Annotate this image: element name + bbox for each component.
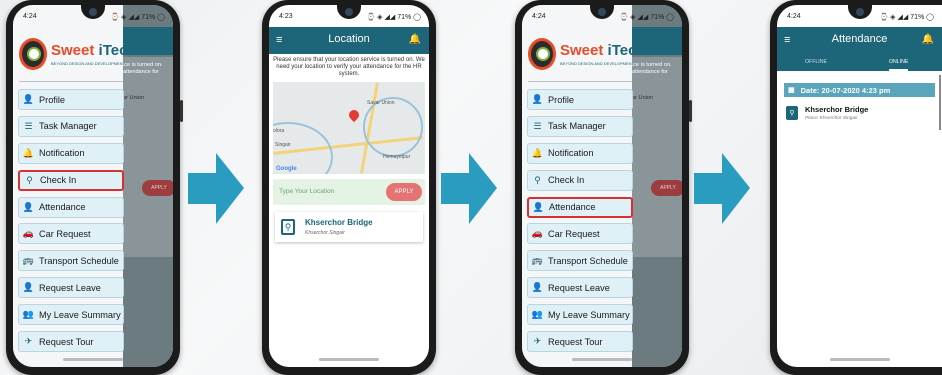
menu-item-transport-schedule[interactable]: 🚌 Transport Schedule xyxy=(18,250,124,272)
phone-2: 4:23 ⌚ ◈ ◢◢ 71% ◯ ≡ Location 🔔 Please ens… xyxy=(262,0,436,375)
page-title: Attendance xyxy=(831,33,888,45)
tab-online[interactable]: ONLINE xyxy=(889,59,909,71)
leave-icon: 👤 xyxy=(22,282,35,293)
menu-item-request-tour[interactable]: ✈ Request Tour xyxy=(527,331,633,353)
peek-map-label: ar Union xyxy=(632,95,654,101)
menu-item-request-leave[interactable]: 👤 Request Leave xyxy=(18,277,124,299)
menu-item-leave-summary[interactable]: 👥 My Leave Summary xyxy=(527,304,633,326)
menu-item-notification[interactable]: 🔔 Notification xyxy=(527,142,633,164)
car-icon: 🚗 xyxy=(22,228,35,239)
nav-drawer: Sweet iTech BEYOND DESIGN AND DEVELOPMEN… xyxy=(13,5,137,367)
screen-menu-checkin: ice is turned on. attendance for ar Unio… xyxy=(13,5,173,367)
location-input-row: Type Your Location APPLY xyxy=(273,179,425,205)
location-note: Please ensure that your location service… xyxy=(273,57,425,78)
menu-item-profile[interactable]: 👤 Profile xyxy=(527,89,633,110)
summary-icon: 👥 xyxy=(531,309,544,320)
task-icon: ☰ xyxy=(533,120,542,131)
attendance-icon: 👤 xyxy=(532,201,545,212)
map-pin-icon xyxy=(346,107,362,123)
bell-icon: 🔔 xyxy=(22,147,35,158)
map-view[interactable]: Savar Union olora Singair Hemayetpur Goo… xyxy=(273,82,425,174)
attendance-entry[interactable]: ⚲ Khserchor Bridge Place: Khserchor Sing… xyxy=(786,102,935,128)
nav-drawer: Sweet iTech BEYOND DESIGN AND DEVELOPMEN… xyxy=(522,5,646,367)
menu-item-request-tour[interactable]: ✈ Request Tour xyxy=(18,331,124,353)
page-title: Location xyxy=(328,33,370,45)
profile-icon: 👤 xyxy=(22,94,35,104)
bell-icon[interactable]: 🔔 xyxy=(409,34,421,45)
tab-bar: OFFLINE ONLINE xyxy=(777,54,942,71)
calendar-icon: ▦ xyxy=(788,87,795,94)
sweet-itech-logo: Sweet iTech BEYOND DESIGN AND DEVELOPMEN… xyxy=(526,30,646,82)
summary-icon: 👥 xyxy=(22,309,35,320)
plane-icon: ✈ xyxy=(24,336,33,347)
tab-offline[interactable]: OFFLINE xyxy=(805,59,827,65)
scrollbar[interactable] xyxy=(939,75,941,130)
drawer-menu: 👤 Profile ☰ Task Manager 🔔 Notification ⚲ Ch… xyxy=(527,89,633,358)
menu-item-notification[interactable]: 🔔 Notification xyxy=(18,142,124,164)
bug-logo-icon xyxy=(528,38,556,70)
menu-item-leave-summary[interactable]: 👥 My Leave Summary xyxy=(18,304,124,326)
bug-logo-icon xyxy=(19,38,47,70)
menu-item-transport-schedule[interactable]: 🚌 Transport Schedule xyxy=(527,250,633,272)
date-header: ▦ Date: 20-07-2020 4:23 pm xyxy=(784,83,935,97)
sweet-itech-logo: Sweet iTech BEYOND DESIGN AND DEVELOPMEN… xyxy=(17,30,137,82)
plane-icon: ✈ xyxy=(533,336,542,347)
menu-item-task-manager[interactable]: ☰ Task Manager xyxy=(527,115,633,137)
peek-map-label: ar Union xyxy=(123,95,145,101)
menu-item-check-in[interactable]: ⚲ Check In xyxy=(527,169,633,191)
phone-1: ice is turned on. attendance for ar Unio… xyxy=(6,0,183,375)
menu-item-car-request[interactable]: 🚗 Car Request xyxy=(18,223,124,245)
apply-button: APPLY xyxy=(651,180,682,196)
screen-location: 4:23 ⌚ ◈ ◢◢ 71% ◯ ≡ Location 🔔 Please ens… xyxy=(269,5,429,367)
location-icon: ⚲ xyxy=(534,174,541,185)
location-result-card[interactable]: ⚲ Khserchor Bridge Khserchor Singair xyxy=(275,212,423,242)
location-icon: ⚲ xyxy=(26,174,33,185)
menu-item-check-in[interactable]: ⚲ Check In xyxy=(18,169,124,191)
location-icon: ⚲ xyxy=(786,106,798,120)
leave-icon: 👤 xyxy=(531,282,544,293)
bell-icon[interactable]: 🔔 xyxy=(922,34,934,45)
attendance-icon: 👤 xyxy=(22,201,35,212)
menu-item-attendance[interactable]: 👤 Attendance xyxy=(18,196,124,218)
google-logo: Google xyxy=(276,166,297,172)
task-icon: ☰ xyxy=(24,120,33,131)
phone-4: 4:24 ⌚ ◈ ◢◢ 71% ◯ ≡ Attendance 🔔 OFFLINE … xyxy=(770,0,942,375)
location-input[interactable]: Type Your Location xyxy=(279,188,334,195)
bus-icon: 🚌 xyxy=(22,255,35,266)
menu-item-task-manager[interactable]: ☰ Task Manager xyxy=(18,115,124,137)
menu-item-car-request[interactable]: 🚗 Car Request xyxy=(527,223,633,245)
app-header: ≡ Location 🔔 xyxy=(269,27,429,54)
apply-button[interactable]: APPLY xyxy=(386,183,422,201)
location-icon: ⚲ xyxy=(281,219,295,235)
bus-icon: 🚌 xyxy=(531,255,544,266)
app-header: ≡ Attendance 🔔 xyxy=(777,27,942,54)
screen-menu-attendance: ice is turned on. attendance for ar Unio… xyxy=(522,5,682,367)
screen-attendance: 4:24 ⌚ ◈ ◢◢ 71% ◯ ≡ Attendance 🔔 OFFLINE … xyxy=(777,5,942,367)
apply-button: APPLY xyxy=(142,180,173,196)
menu-item-request-leave[interactable]: 👤 Request Leave xyxy=(527,277,633,299)
menu-item-attendance[interactable]: 👤 Attendance xyxy=(527,196,633,218)
car-icon: 🚗 xyxy=(531,228,544,239)
bell-icon: 🔔 xyxy=(531,147,544,158)
drawer-menu: 👤 Profile ☰ Task Manager 🔔 Notification ⚲ Ch… xyxy=(18,89,124,358)
phone-3: ice is turned on. attendance for ar Unio… xyxy=(515,0,692,375)
menu-item-profile[interactable]: 👤 Profile xyxy=(18,89,124,110)
profile-icon: 👤 xyxy=(531,94,544,104)
